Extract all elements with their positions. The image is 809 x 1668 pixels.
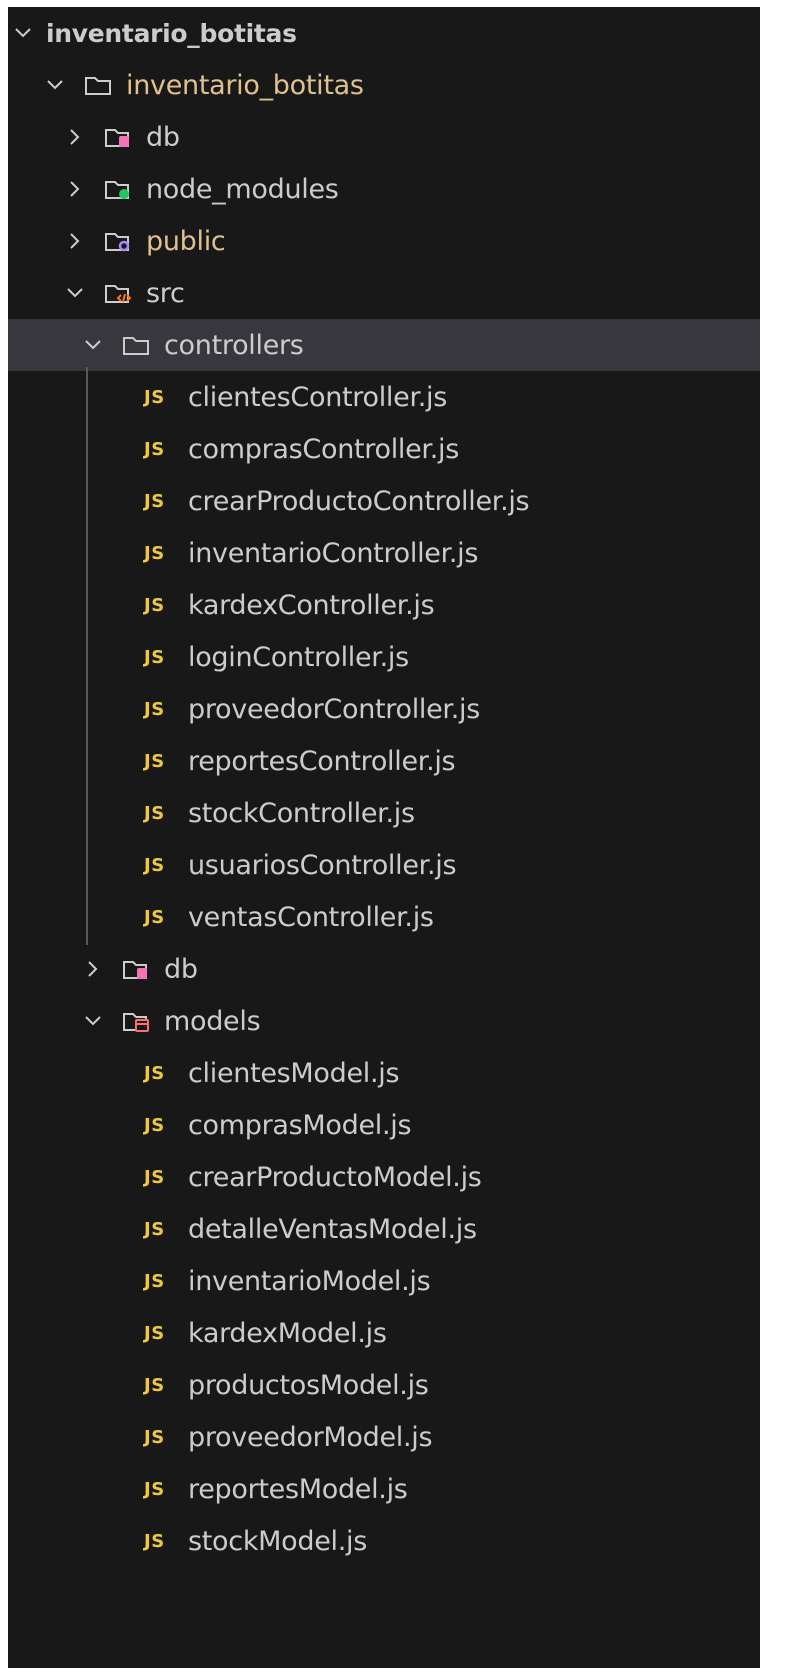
js-file-icon: JS xyxy=(144,802,165,824)
folder-src[interactable]: src xyxy=(8,267,760,319)
js-file-icon: JS xyxy=(144,438,165,460)
file-label: proveedorController.js xyxy=(188,693,481,725)
file-item[interactable]: JS inventarioController.js xyxy=(8,527,760,579)
file-label: comprasModel.js xyxy=(188,1109,412,1141)
folder-db[interactable]: db xyxy=(8,111,760,163)
folder-db[interactable]: db xyxy=(8,943,760,995)
file-label: detalleVentasModel.js xyxy=(188,1213,477,1245)
js-file-icon: JS xyxy=(144,1114,165,1136)
file-item[interactable]: JS loginController.js xyxy=(8,631,760,683)
js-file-icon: JS xyxy=(144,854,165,876)
js-file-icon: JS xyxy=(144,906,165,928)
folder-label: public xyxy=(146,225,226,257)
folder-node-modules[interactable]: node_modules xyxy=(8,163,760,215)
js-file-icon: JS xyxy=(144,542,165,564)
file-item[interactable]: JS productosModel.js xyxy=(8,1359,760,1411)
file-label: inventarioModel.js xyxy=(188,1265,431,1297)
file-label: ventasController.js xyxy=(188,901,434,933)
js-file-icon: JS xyxy=(144,1166,165,1188)
chevron-down-icon[interactable] xyxy=(66,284,84,302)
db-folder-icon xyxy=(122,958,150,980)
file-label: comprasController.js xyxy=(188,433,460,465)
file-item[interactable]: JS clientesController.js xyxy=(8,371,760,423)
folder-label: node_modules xyxy=(146,173,339,205)
file-item[interactable]: JS comprasModel.js xyxy=(8,1099,760,1151)
chevron-right-icon[interactable] xyxy=(84,960,102,978)
js-file-icon: JS xyxy=(144,1062,165,1084)
file-label: proveedorModel.js xyxy=(188,1421,433,1453)
js-file-icon: JS xyxy=(144,1530,165,1552)
folder-project[interactable]: inventario_botitas xyxy=(8,59,760,111)
file-label: stockModel.js xyxy=(188,1525,367,1557)
file-item[interactable]: JS proveedorController.js xyxy=(8,683,760,735)
chevron-down-icon[interactable] xyxy=(84,336,102,354)
file-label: stockController.js xyxy=(188,797,415,829)
node-modules-folder-icon xyxy=(104,178,132,200)
file-label: kardexController.js xyxy=(188,589,435,621)
folder-label: models xyxy=(164,1005,261,1037)
file-item[interactable]: JS stockModel.js xyxy=(8,1515,760,1567)
file-item[interactable]: JS inventarioModel.js xyxy=(8,1255,760,1307)
file-item[interactable]: JS stockController.js xyxy=(8,787,760,839)
chevron-down-icon[interactable] xyxy=(84,1012,102,1030)
file-label: inventarioController.js xyxy=(188,537,479,569)
file-item[interactable]: JS usuariosController.js xyxy=(8,839,760,891)
file-explorer: inventario_botitas inventario_botitas db… xyxy=(8,7,760,1668)
file-item[interactable]: JS reportesModel.js xyxy=(8,1463,760,1515)
file-item[interactable]: JS crearProductoController.js xyxy=(8,475,760,527)
file-item[interactable]: JS kardexController.js xyxy=(8,579,760,631)
file-label: reportesModel.js xyxy=(188,1473,408,1505)
file-label: productosModel.js xyxy=(188,1369,429,1401)
folder-label: db xyxy=(164,953,198,985)
file-label: crearProductoModel.js xyxy=(188,1161,482,1193)
chevron-down-icon[interactable] xyxy=(46,76,64,94)
file-item[interactable]: JS proveedorModel.js xyxy=(8,1411,760,1463)
src-folder-icon xyxy=(104,282,132,304)
js-file-icon: JS xyxy=(144,750,165,772)
folder-public[interactable]: public xyxy=(8,215,760,267)
public-folder-icon xyxy=(104,230,132,252)
file-label: kardexModel.js xyxy=(188,1317,387,1349)
file-label: clientesController.js xyxy=(188,381,448,413)
js-file-icon: JS xyxy=(144,1218,165,1240)
db-folder-icon xyxy=(104,126,132,148)
chevron-down-icon[interactable] xyxy=(14,24,32,42)
root-folder-label: inventario_botitas xyxy=(46,18,297,48)
file-item[interactable]: JS reportesController.js xyxy=(8,735,760,787)
folder-models[interactable]: models xyxy=(8,995,760,1047)
file-label: clientesModel.js xyxy=(188,1057,400,1089)
js-file-icon: JS xyxy=(144,1270,165,1292)
js-file-icon: JS xyxy=(144,1426,165,1448)
chevron-right-icon[interactable] xyxy=(66,180,84,198)
js-file-icon: JS xyxy=(144,698,165,720)
file-item[interactable]: JS kardexModel.js xyxy=(8,1307,760,1359)
file-label: reportesController.js xyxy=(188,745,456,777)
folder-label: src xyxy=(146,277,185,309)
file-item[interactable]: JS ventasController.js xyxy=(8,891,760,943)
js-file-icon: JS xyxy=(144,1322,165,1344)
file-item[interactable]: JS crearProductoModel.js xyxy=(8,1151,760,1203)
file-item[interactable]: JS clientesModel.js xyxy=(8,1047,760,1099)
js-file-icon: JS xyxy=(144,386,165,408)
file-item[interactable]: JS detalleVentasModel.js xyxy=(8,1203,760,1255)
chevron-right-icon[interactable] xyxy=(66,232,84,250)
folder-label: controllers xyxy=(164,329,304,361)
explorer-root-header[interactable]: inventario_botitas xyxy=(8,7,760,59)
folder-controllers[interactable]: controllers xyxy=(8,319,760,371)
chevron-right-icon[interactable] xyxy=(66,128,84,146)
file-label: loginController.js xyxy=(188,641,409,673)
file-label: usuariosController.js xyxy=(188,849,457,881)
file-item[interactable]: JS comprasController.js xyxy=(8,423,760,475)
js-file-icon: JS xyxy=(144,1478,165,1500)
js-file-icon: JS xyxy=(144,490,165,512)
js-file-icon: JS xyxy=(144,646,165,668)
models-folder-icon xyxy=(122,1010,150,1032)
folder-label: db xyxy=(146,121,180,153)
folder-icon xyxy=(122,334,150,356)
js-file-icon: JS xyxy=(144,594,165,616)
folder-label: inventario_botitas xyxy=(126,69,364,101)
file-label: crearProductoController.js xyxy=(188,485,530,517)
js-file-icon: JS xyxy=(144,1374,165,1396)
folder-icon xyxy=(84,74,112,96)
